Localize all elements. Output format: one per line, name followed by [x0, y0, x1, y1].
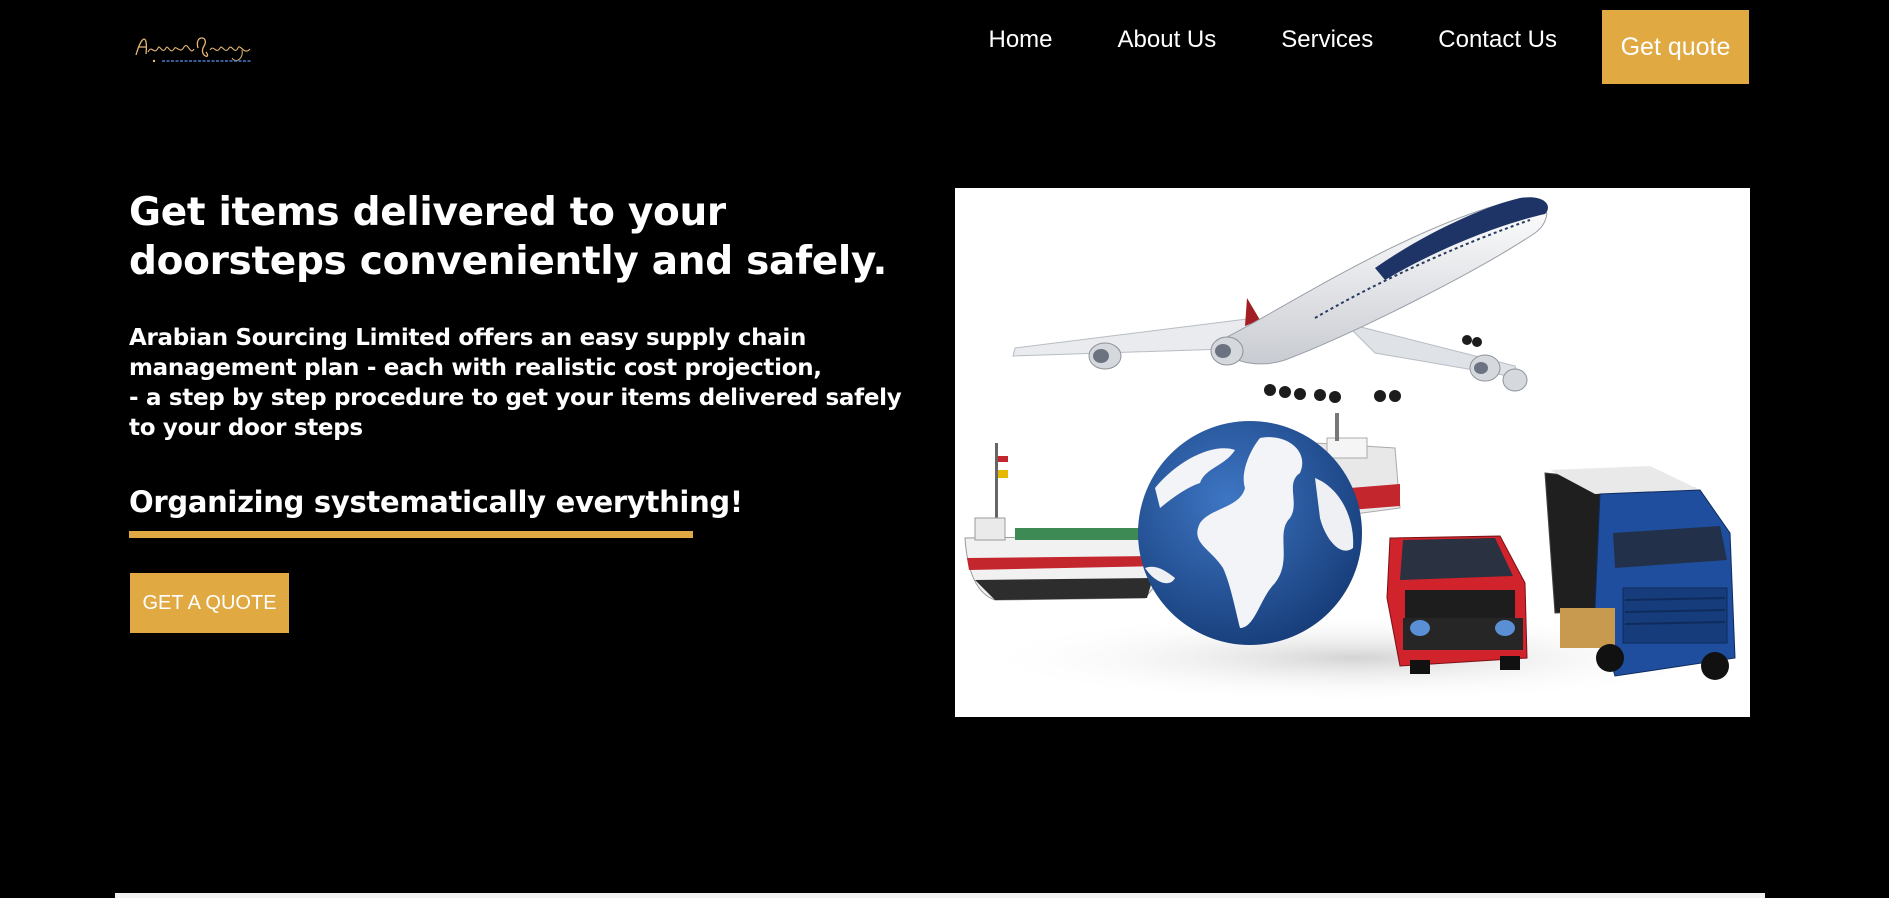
navbar: Home About Us Services Contact Us Get qu…: [0, 0, 1889, 90]
page: Home About Us Services Contact Us Get qu…: [0, 0, 1889, 898]
hero-description-line-2: - a step by step procedure to get your i…: [129, 385, 902, 441]
get-quote-nav-button[interactable]: Get quote: [1602, 10, 1749, 84]
nav-item-home[interactable]: Home: [989, 26, 1053, 54]
delivery-van-icon: [1386, 535, 1528, 674]
tagline-underline: [129, 531, 693, 538]
nav-menu: Home About Us Services Contact Us Get qu…: [989, 10, 1749, 84]
hero-description: Arabian Sourcing Limited offers an easy …: [129, 323, 919, 443]
logistics-illustration: [964, 197, 1736, 703]
get-a-quote-button[interactable]: GET A QUOTE: [130, 573, 289, 633]
globe-icon: [1138, 421, 1362, 645]
hero-tagline: Organizing systematically everything!: [129, 485, 743, 519]
hero-logistics-image: [955, 188, 1750, 717]
airplane-icon: [1012, 197, 1548, 403]
nav-item-about-us[interactable]: About Us: [1118, 26, 1217, 54]
logo-icon: [135, 37, 252, 63]
nav-item-contact-us[interactable]: Contact Us: [1438, 26, 1557, 54]
brand-logo[interactable]: [132, 28, 257, 68]
nav-item-services[interactable]: Services: [1281, 26, 1373, 54]
hero-description-line-1: Arabian Sourcing Limited offers an easy …: [129, 325, 822, 381]
next-section-edge: [115, 893, 1765, 898]
hero-title: Get items delivered to your doorsteps co…: [129, 190, 888, 284]
truck-icon: [1544, 466, 1736, 680]
